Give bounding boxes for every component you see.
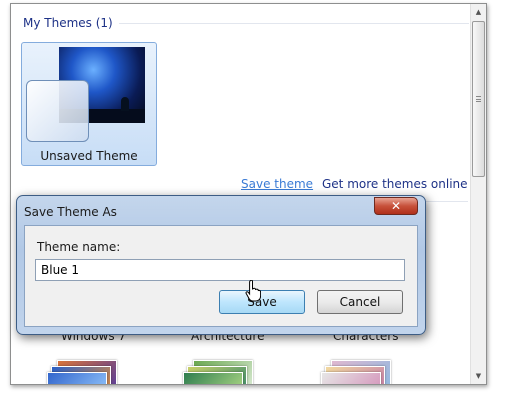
theme-thumbnail-stack-3[interactable] bbox=[321, 358, 391, 384]
scroll-down-arrow-icon[interactable]: ▼ bbox=[471, 368, 486, 384]
my-themes-header: My Themes (1) bbox=[23, 16, 469, 30]
theme-thumbnail-stack-2[interactable] bbox=[183, 358, 253, 384]
my-themes-title: My Themes (1) bbox=[23, 16, 113, 30]
theme-thumbnail-stack-1[interactable] bbox=[47, 358, 117, 384]
theme-name-label: Unsaved Theme bbox=[40, 149, 138, 163]
stack-card bbox=[183, 372, 243, 384]
get-more-themes-link[interactable]: Get more themes online bbox=[322, 177, 468, 191]
dialog-title: Save Theme As bbox=[24, 205, 117, 219]
thumbnail-tree bbox=[121, 97, 129, 111]
scrollbar-thumb[interactable] bbox=[472, 21, 485, 177]
unsaved-theme-tile[interactable]: Unsaved Theme bbox=[21, 42, 157, 166]
close-icon[interactable]: ✕ bbox=[374, 197, 418, 215]
window-color-swatch bbox=[26, 80, 89, 142]
dialog-body: Theme name: Save Cancel bbox=[24, 225, 418, 327]
theme-name-input[interactable] bbox=[35, 259, 405, 281]
header-divider bbox=[118, 22, 469, 24]
vertical-scrollbar[interactable]: ▲ ▼ bbox=[470, 4, 486, 384]
hand-pointer-icon bbox=[245, 280, 261, 302]
stack-card bbox=[321, 372, 381, 384]
save-theme-link[interactable]: Save theme bbox=[241, 177, 313, 191]
scroll-up-arrow-icon[interactable]: ▲ bbox=[471, 4, 486, 20]
stack-card bbox=[47, 372, 107, 384]
theme-name-field-label: Theme name: bbox=[37, 240, 121, 254]
scrollbar-grip-icon bbox=[476, 96, 481, 102]
save-button[interactable]: Save bbox=[219, 290, 305, 314]
cancel-button[interactable]: Cancel bbox=[317, 290, 403, 314]
save-theme-dialog: Save Theme As ✕ Theme name: Save Cancel bbox=[16, 195, 426, 335]
